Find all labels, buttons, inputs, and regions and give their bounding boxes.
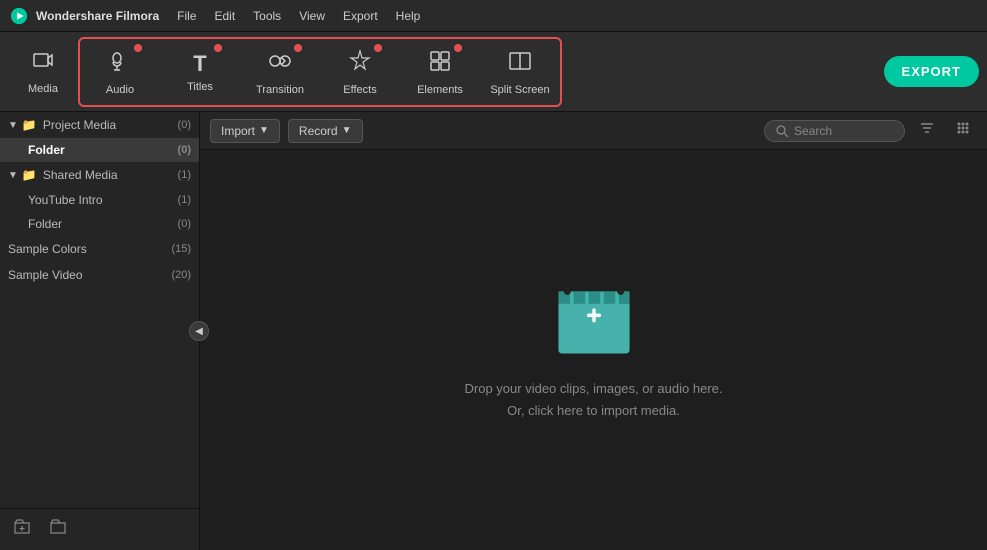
- media-label: Media: [28, 83, 58, 95]
- shared-media-count: (1): [178, 169, 191, 181]
- app-logo-icon: [10, 7, 28, 25]
- drop-line2: Or, click here to import media.: [465, 400, 723, 422]
- audio-label: Audio: [106, 84, 134, 96]
- title-bar: Wondershare Filmora File Edit Tools View…: [0, 0, 987, 32]
- shared-media-chevron: ▼: [8, 170, 18, 181]
- menu-file[interactable]: File: [177, 9, 196, 23]
- menu-tools[interactable]: Tools: [253, 9, 281, 23]
- sidebar-content: ▼ 📁 Project Media (0) Folder (0) ▼ 📁 Sha…: [0, 112, 199, 508]
- search-icon: [775, 124, 789, 138]
- sidebar-footer: [0, 508, 199, 550]
- sidebar: ▼ 📁 Project Media (0) Folder (0) ▼ 📁 Sha…: [0, 112, 200, 550]
- sidebar-sample-video[interactable]: Sample Video (20): [0, 262, 199, 288]
- project-media-label: Project Media: [43, 118, 116, 132]
- search-box[interactable]: [764, 120, 905, 142]
- titles-icon: T: [193, 51, 206, 77]
- sidebar-folder-item[interactable]: Folder (0): [0, 138, 199, 162]
- menu-edit[interactable]: Edit: [214, 9, 235, 23]
- youtube-intro-label: YouTube Intro: [28, 193, 103, 207]
- add-folder-icon[interactable]: [12, 517, 32, 542]
- transition-label: Transition: [256, 84, 304, 96]
- shared-folder-label: Folder: [28, 217, 62, 231]
- sidebar-project-media[interactable]: ▼ 📁 Project Media (0): [0, 112, 199, 138]
- menu-help[interactable]: Help: [396, 9, 421, 23]
- grid-view-button[interactable]: [949, 118, 977, 143]
- audio-dot: [134, 44, 142, 52]
- new-folder-icon[interactable]: [48, 517, 68, 542]
- transition-dot: [294, 44, 302, 52]
- toolbar-items: Media Audio T T: [8, 32, 562, 111]
- sidebar-collapse-arrow[interactable]: ◀: [189, 321, 209, 341]
- elements-icon: [427, 48, 453, 80]
- shared-media-folder-icon: 📁: [22, 168, 37, 182]
- elements-dot: [454, 44, 462, 52]
- sample-colors-count: (15): [171, 243, 191, 255]
- sidebar-shared-media[interactable]: ▼ 📁 Shared Media (1): [0, 162, 199, 188]
- record-button[interactable]: Record ▼: [288, 119, 363, 143]
- menu-bar: File Edit Tools View Export Help: [177, 9, 420, 23]
- toolbar-audio[interactable]: Audio: [80, 36, 160, 108]
- project-media-folder-icon: 📁: [22, 118, 37, 132]
- folder-item-count: (0): [178, 144, 191, 156]
- sample-video-label: Sample Video: [8, 268, 83, 282]
- audio-icon: [107, 48, 133, 80]
- main-panel: Import ▼ Record ▼: [200, 112, 987, 550]
- effects-label: Effects: [343, 84, 376, 96]
- sample-video-count: (20): [171, 269, 191, 281]
- import-label: Import: [221, 124, 255, 138]
- toolbar-media[interactable]: Media: [8, 36, 78, 108]
- filter-button[interactable]: [913, 118, 941, 143]
- effects-dot: [374, 44, 382, 52]
- effects-icon: [347, 48, 373, 80]
- export-button[interactable]: EXPORT: [884, 56, 979, 87]
- split-screen-icon: [507, 48, 533, 80]
- panel-toolbar: Import ▼ Record ▼: [200, 112, 987, 150]
- import-button[interactable]: Import ▼: [210, 119, 280, 143]
- record-chevron-icon: ▼: [342, 125, 352, 136]
- toolbar-elements[interactable]: Elements: [400, 36, 480, 108]
- drop-area[interactable]: Drop your video clips, images, or audio …: [200, 150, 987, 550]
- search-input[interactable]: [794, 124, 894, 138]
- transition-icon: [267, 48, 293, 80]
- record-label: Record: [299, 124, 338, 138]
- toolbar-transition[interactable]: Transition: [240, 36, 320, 108]
- sidebar-youtube-intro[interactable]: YouTube Intro (1): [0, 188, 199, 212]
- toolbar-group: Audio T Titles Transition: [78, 37, 562, 107]
- project-media-count: (0): [178, 119, 191, 131]
- clapperboard-icon: [549, 278, 639, 358]
- shared-folder-count: (0): [178, 218, 191, 230]
- sidebar-shared-folder[interactable]: Folder (0): [0, 212, 199, 236]
- main-toolbar: Media Audio T T: [0, 32, 987, 112]
- folder-item-label: Folder: [28, 143, 65, 157]
- menu-export[interactable]: Export: [343, 9, 378, 23]
- sidebar-sample-colors[interactable]: Sample Colors (15): [0, 236, 199, 262]
- drop-text: Drop your video clips, images, or audio …: [465, 378, 723, 422]
- toolbar-titles[interactable]: T Titles: [160, 36, 240, 108]
- split-screen-label: Split Screen: [490, 84, 549, 96]
- media-icon: [31, 49, 55, 79]
- titles-label: Titles: [187, 81, 213, 93]
- elements-label: Elements: [417, 84, 463, 96]
- youtube-intro-count: (1): [178, 194, 191, 206]
- sample-colors-label: Sample Colors: [8, 242, 87, 256]
- titles-dot: [214, 44, 222, 52]
- menu-view[interactable]: View: [299, 9, 325, 23]
- import-chevron-icon: ▼: [259, 125, 269, 136]
- toolbar-effects[interactable]: Effects: [320, 36, 400, 108]
- project-media-chevron: ▼: [8, 120, 18, 131]
- shared-media-label: Shared Media: [43, 168, 118, 182]
- drop-line1: Drop your video clips, images, or audio …: [465, 378, 723, 400]
- app-name: Wondershare Filmora: [36, 9, 159, 23]
- content-area: ▼ 📁 Project Media (0) Folder (0) ▼ 📁 Sha…: [0, 112, 987, 550]
- toolbar-split-screen[interactable]: Split Screen: [480, 36, 560, 108]
